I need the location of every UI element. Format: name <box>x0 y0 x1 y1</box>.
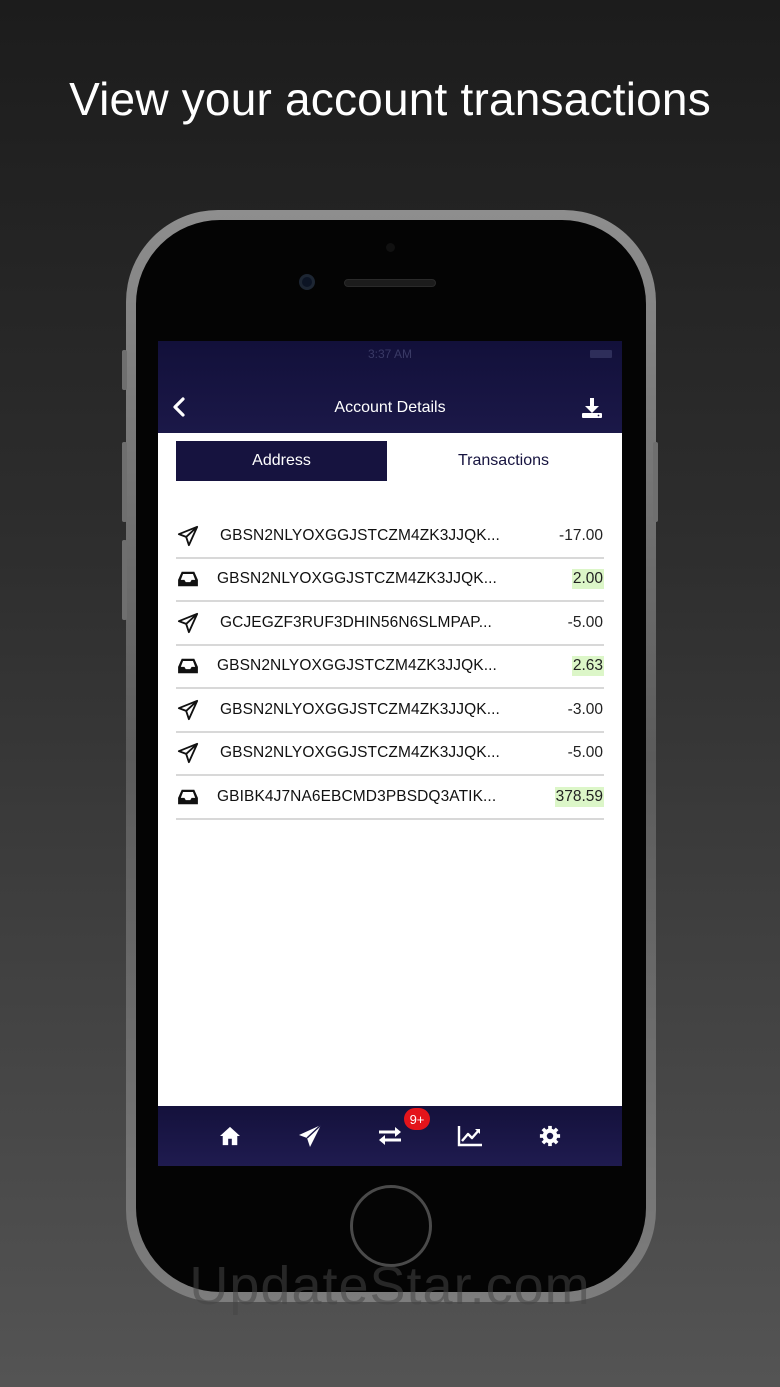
transaction-amount: -17.00 <box>559 526 603 544</box>
notification-badge: 9+ <box>404 1108 430 1130</box>
mute-switch <box>122 350 127 390</box>
tab-settings[interactable] <box>537 1124 563 1148</box>
transaction-amount: 2.00 <box>571 569 604 590</box>
inbox-icon <box>176 567 200 591</box>
tab-home[interactable] <box>217 1124 243 1148</box>
power-button <box>653 442 658 522</box>
volume-down-button <box>122 540 127 620</box>
transaction-row[interactable]: GBSN2NLYOXGGJSTCZM4ZK3JJQK... -17.00 <box>176 515 604 559</box>
transaction-row[interactable]: GBSN2NLYOXGGJSTCZM4ZK3JJQK... 2.63 <box>176 646 604 689</box>
tab-chart[interactable] <box>457 1124 483 1148</box>
watermark: UpdateStar.com <box>189 1256 591 1316</box>
settings-icon <box>539 1125 561 1147</box>
transaction-row[interactable]: GBIBK4J7NA6EBCMD3PBSDQ3ATIK... 378.59 <box>176 776 604 820</box>
inbox-icon <box>176 654 200 678</box>
battery-icon <box>590 350 612 358</box>
inbox-icon <box>176 785 200 809</box>
transaction-address: GBSN2NLYOXGGJSTCZM4ZK3JJQK... <box>217 657 497 675</box>
proximity-sensor <box>386 243 395 252</box>
segmented-control: Address Transactions <box>176 441 609 481</box>
transaction-address: GBSN2NLYOXGGJSTCZM4ZK3JJQK... <box>220 526 500 544</box>
navigation-bar: 3:37 AM Account Details <box>158 341 622 433</box>
tab-send[interactable] <box>297 1124 323 1148</box>
transaction-amount: -3.00 <box>567 700 603 718</box>
app-screen: 3:37 AM Account Details Address Transact… <box>158 341 622 1166</box>
transaction-address: GBSN2NLYOXGGJSTCZM4ZK3JJQK... <box>220 744 500 762</box>
transaction-amount: -5.00 <box>567 744 603 762</box>
status-time: 3:37 AM <box>367 347 413 361</box>
transaction-row[interactable]: GBSN2NLYOXGGJSTCZM4ZK3JJQK... -3.00 <box>176 689 604 733</box>
transaction-row[interactable]: GBSN2NLYOXGGJSTCZM4ZK3JJQK... 2.00 <box>176 559 604 602</box>
paper-plane-icon <box>176 611 200 635</box>
tab-address[interactable]: Address <box>176 441 387 481</box>
tab-transactions[interactable]: Transactions <box>398 441 609 481</box>
transfer-icon <box>379 1127 401 1145</box>
download-button[interactable] <box>580 396 604 420</box>
transaction-row[interactable]: GCJEGZF3RUF3DHIN56N6SLMPAP... -5.00 <box>176 602 604 646</box>
transaction-address: GBSN2NLYOXGGJSTCZM4ZK3JJQK... <box>217 570 497 588</box>
tab-transactions-bar[interactable] <box>377 1124 403 1148</box>
transaction-row[interactable]: GBSN2NLYOXGGJSTCZM4ZK3JJQK... -5.00 <box>176 733 604 776</box>
transaction-list: GBSN2NLYOXGGJSTCZM4ZK3JJQK... -17.00 GBS… <box>176 515 604 820</box>
transaction-amount: 378.59 <box>554 786 604 807</box>
transaction-address: GBSN2NLYOXGGJSTCZM4ZK3JJQK... <box>220 700 500 718</box>
home-icon <box>220 1126 240 1146</box>
transaction-address: GBIBK4J7NA6EBCMD3PBSDQ3ATIK... <box>217 787 497 805</box>
download-icon <box>582 398 602 418</box>
headline: View your account transactions <box>69 73 711 125</box>
page-title: Account Details <box>334 399 446 416</box>
transaction-address: GCJEGZF3RUF3DHIN56N6SLMPAP... <box>220 613 492 631</box>
paper-plane-icon <box>176 524 200 548</box>
paper-plane-icon <box>176 698 200 722</box>
chart-icon <box>457 1126 482 1147</box>
earpiece-speaker <box>344 279 436 287</box>
front-camera <box>299 274 315 290</box>
transaction-amount: -5.00 <box>567 613 603 631</box>
bottom-tab-bar: 9+ <box>158 1106 622 1166</box>
send-icon <box>299 1124 322 1147</box>
volume-up-button <box>122 442 127 522</box>
paper-plane-icon <box>176 741 200 765</box>
transaction-amount: 2.63 <box>571 656 604 677</box>
